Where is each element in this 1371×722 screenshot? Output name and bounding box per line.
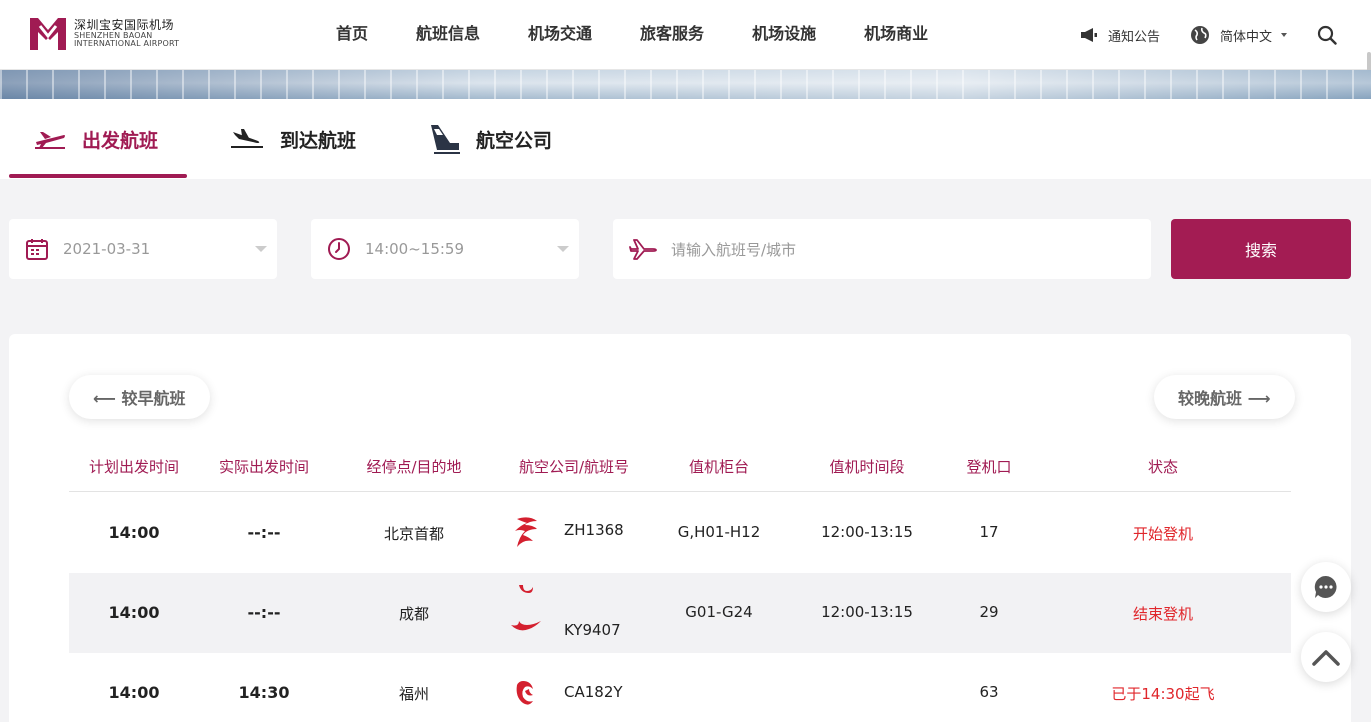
flight-status: 已于14:30起飞	[1111, 685, 1215, 703]
flight-number: KY9407	[564, 621, 621, 639]
time-dropdown-arrow-icon	[557, 246, 569, 252]
table-row[interactable]: 14:00 --:-- 北京首都 ZH1368 G,H01-H12 12:00-…	[69, 493, 1291, 573]
chevron-up-icon	[1312, 650, 1340, 666]
nav-commerce[interactable]: 机场商业	[840, 0, 952, 70]
actual-time: --:--	[247, 603, 281, 622]
nav-transport[interactable]: 机场交通	[504, 0, 616, 70]
chat-bubble-icon	[1314, 575, 1337, 598]
search-icon	[1317, 25, 1337, 45]
header-utilities: 通知公告 简体中文	[1050, 0, 1347, 70]
tab-arrivals-label: 到达航班	[280, 129, 357, 152]
col-checkin-time: 值机时间段	[829, 458, 905, 476]
clock-icon	[328, 238, 350, 260]
flight-status: 结束登机	[1132, 605, 1193, 623]
notice-link[interactable]: 通知公告	[1080, 26, 1160, 45]
logo-english-line-2: INTERNATIONAL AIRPORT	[74, 39, 180, 49]
notice-label: 通知公告	[1107, 29, 1160, 45]
col-checkin-counter: 值机柜台	[688, 458, 749, 476]
departure-plane-icon	[35, 132, 65, 149]
checkin-time: 12:00-13:15	[821, 603, 913, 621]
nav-passenger-service[interactable]: 旅客服务	[616, 0, 728, 70]
scheduled-time: 14:00	[108, 523, 160, 542]
site-header: 深圳宝安国际机场 SHENZHEN BAOAN INTERNATIONAL AI…	[0, 0, 1371, 100]
tab-departures[interactable]: 出发航班	[34, 99, 158, 179]
nav-facilities[interactable]: 机场设施	[728, 0, 840, 70]
checkin-counter: G01-G24	[685, 603, 753, 621]
flight-tabs: 出发航班 到达航班 航空公司	[0, 99, 1371, 179]
flight-number: CA182Y	[564, 683, 623, 701]
airline-tail-icon	[431, 125, 460, 154]
destination: 北京首都	[383, 525, 444, 543]
main-nav: 首页 航班信息 机场交通 旅客服务 机场设施 机场商业	[312, 0, 952, 70]
col-gate: 登机口	[966, 458, 1012, 476]
arrival-plane-icon	[231, 129, 263, 148]
col-scheduled-time: 计划出发时间	[88, 458, 179, 476]
air-china-phoenix-logo-icon	[516, 681, 533, 705]
checkin-time: 12:00-13:15	[821, 523, 913, 541]
flight-number: ZH1368	[564, 521, 624, 539]
hero-banner	[0, 70, 1371, 99]
flight-search-placeholder: 请输入航班号/城市	[671, 240, 797, 259]
date-dropdown-arrow-icon	[255, 246, 267, 252]
tab-airlines[interactable]: 航空公司	[428, 99, 552, 179]
globe-icon	[1190, 26, 1209, 44]
tab-arrivals[interactable]: 到达航班	[230, 99, 356, 179]
nav-flight-info[interactable]: 航班信息	[392, 0, 504, 70]
table-row[interactable]: 14:00 --:-- 成都 KY9407 G01-G24 12:00-13:1…	[69, 573, 1291, 653]
time-range-value: 14:00~15:59	[365, 240, 465, 258]
flight-status: 开始登机	[1132, 525, 1193, 543]
flight-search-input[interactable]: 请输入航班号/城市	[613, 219, 1151, 279]
scheduled-time: 14:00	[108, 683, 160, 702]
col-destination: 经停点/目的地	[366, 458, 462, 476]
calendar-icon	[26, 239, 48, 260]
col-status: 状态	[1147, 458, 1178, 476]
nav-home[interactable]: 首页	[312, 0, 392, 70]
time-range-picker[interactable]: 14:00~15:59	[311, 219, 579, 279]
actual-time: --:--	[247, 523, 281, 542]
col-actual-time: 实际出发时间	[218, 458, 309, 476]
megaphone-icon	[1080, 28, 1097, 42]
airport-logo-icon	[30, 18, 66, 50]
plane-icon	[629, 239, 657, 260]
scheduled-time: 14:00	[108, 603, 160, 622]
tab-departures-label: 出发航班	[82, 129, 159, 152]
gate: 17	[979, 523, 999, 541]
back-to-top-button[interactable]	[1301, 632, 1351, 682]
gate: 29	[979, 603, 999, 621]
language-selector[interactable]: 简体中文	[1190, 25, 1287, 45]
gate: 63	[979, 683, 999, 701]
destination: 福州	[398, 685, 429, 703]
later-flights-button[interactable]: 较晚航班 ⟶	[1154, 375, 1295, 419]
col-flight-number: 航空公司/航班号	[518, 458, 630, 476]
language-label: 简体中文	[1219, 29, 1272, 45]
checkin-counter: G,H01-H12	[677, 523, 761, 541]
chat-button[interactable]	[1301, 562, 1351, 612]
airline-wing-logo-icon	[511, 621, 541, 631]
date-picker[interactable]: 2021-03-31	[9, 219, 277, 279]
air-china-logo-icon	[519, 585, 533, 593]
actual-time: 14:30	[238, 683, 290, 702]
search-button[interactable]: 搜索	[1171, 219, 1351, 279]
flight-list-panel: ⟵ 较早航班 较晚航班 ⟶ 计划出发时间 实际出发时间 经停点/目的地 航空公司…	[9, 334, 1351, 722]
table-row[interactable]: 14:00 14:30 福州 CA182Y 63 已于14:30起飞	[69, 653, 1291, 722]
flight-table-header: 计划出发时间 实际出发时间 经停点/目的地 航空公司/航班号 值机柜台 值机时间…	[69, 444, 1291, 492]
airport-logo[interactable]: 深圳宝安国际机场 SHENZHEN BAOAN INTERNATIONAL AI…	[26, 12, 179, 56]
date-value: 2021-03-31	[63, 240, 151, 258]
tab-airlines-label: 航空公司	[476, 129, 553, 152]
destination: 成都	[398, 605, 429, 623]
shenzhen-airlines-logo-icon	[515, 517, 537, 547]
search-toggle[interactable]	[1317, 25, 1347, 45]
caret-down-icon	[1281, 33, 1287, 37]
active-tab-indicator	[9, 174, 187, 178]
earlier-flights-button[interactable]: ⟵ 较早航班	[69, 375, 210, 419]
